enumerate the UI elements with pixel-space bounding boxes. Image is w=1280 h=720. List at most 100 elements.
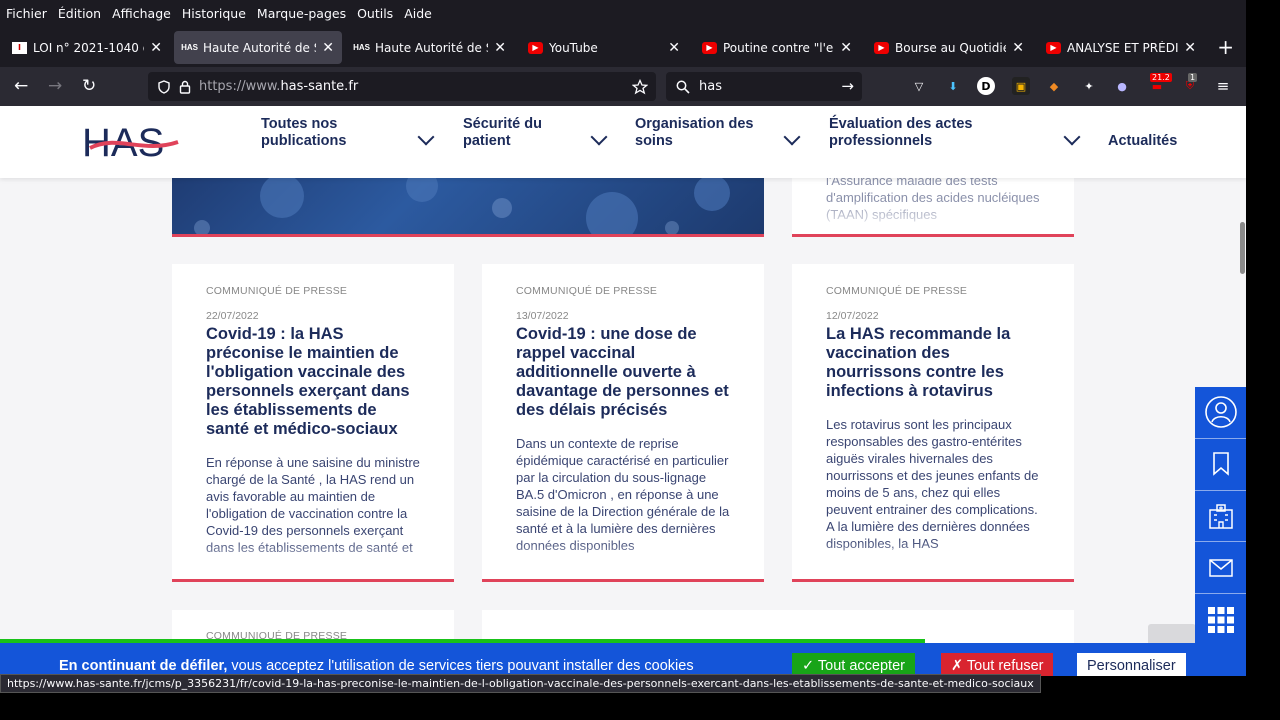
lock-icon[interactable]: [179, 80, 191, 94]
tab-youtube[interactable]: ▶ YouTube ✕: [520, 31, 688, 64]
extension-ledger-icon[interactable]: ▣: [1012, 77, 1030, 95]
card-date: 13/07/2022: [516, 310, 569, 322]
close-tab-icon[interactable]: ✕: [322, 40, 334, 56]
extension-ghost-icon[interactable]: ●: [1113, 77, 1131, 95]
cookie-message: En continuant de défiler, vous acceptez …: [59, 658, 694, 674]
tab-label: Bourse au Quotidien: [895, 40, 1007, 55]
close-tab-icon[interactable]: ✕: [494, 40, 506, 56]
nav-toolbar: ← → ↻ https://www. has-sante.fr has → ▽ ⬇…: [0, 67, 1246, 106]
has-favicon-icon: HAS: [181, 43, 198, 52]
hero-image[interactable]: [172, 178, 764, 237]
card-title[interactable]: La HAS recommande la vaccination des nou…: [826, 325, 1044, 401]
url-prefix: https://www.: [199, 79, 281, 94]
tab-has-active[interactable]: HAS Haute Autorité de Sa ✕: [174, 31, 342, 64]
tab-analyse[interactable]: ▶ ANALYSE ET PRÉDICT ✕: [1038, 31, 1204, 64]
customize-button[interactable]: Personnaliser: [1077, 653, 1186, 676]
search-go-icon[interactable]: →: [841, 77, 854, 95]
bookmark-icon: [1212, 452, 1229, 476]
has-logo-icon[interactable]: HAS: [82, 120, 182, 166]
tab-strip: I LOI n° 2021-1040 du ✕ HAS Haute Autori…: [0, 27, 1246, 67]
news-card-1[interactable]: COMMUNIQUÉ DE PRESSE 22/07/2022 Covid-19…: [172, 264, 454, 582]
chevron-down-icon[interactable]: [783, 128, 801, 146]
close-tab-icon[interactable]: ✕: [150, 40, 162, 56]
nav-evaluation[interactable]: Évaluation des actes professionnels: [829, 116, 989, 150]
search-icon: [676, 80, 690, 94]
menu-tools[interactable]: Outils: [357, 6, 393, 21]
floating-sidebar: [1195, 387, 1246, 646]
nav-securite[interactable]: Sécurité du patient: [463, 116, 563, 150]
extension-d-icon[interactable]: D: [977, 77, 995, 95]
card-top-right[interactable]: l'Assurance maladie des tests d'amplific…: [792, 178, 1074, 237]
pocket-icon[interactable]: ▽: [910, 77, 928, 95]
menu-help[interactable]: Aide: [404, 6, 432, 21]
site-header: HAS Toutes nos publications Sécurité du …: [0, 106, 1246, 178]
menu-file[interactable]: Fichier: [6, 6, 47, 21]
establishments-button[interactable]: [1195, 491, 1246, 543]
close-tab-icon[interactable]: ✕: [1012, 40, 1024, 56]
page-viewport: l'Assurance maladie des tests d'amplific…: [0, 106, 1246, 676]
mail-icon: [1208, 559, 1233, 577]
close-tab-icon[interactable]: ✕: [840, 40, 852, 56]
tab-label: YouTube: [549, 40, 598, 55]
tab-loi[interactable]: I LOI n° 2021-1040 du ✕: [4, 31, 170, 64]
card-title[interactable]: Covid-19 : une dose de rappel vaccinal a…: [516, 325, 734, 420]
news-card-2[interactable]: COMMUNIQUÉ DE PRESSE 13/07/2022 Covid-19…: [482, 264, 764, 582]
card-description: Dans un contexte de reprise épidémique c…: [516, 436, 730, 553]
reload-icon[interactable]: ↻: [82, 76, 96, 96]
menu-edit[interactable]: Édition: [58, 6, 101, 21]
chevron-down-icon[interactable]: [590, 128, 608, 146]
card-type: COMMUNIQUÉ DE PRESSE: [206, 285, 348, 297]
close-tab-icon[interactable]: ✕: [668, 40, 680, 56]
search-input[interactable]: has: [699, 79, 722, 94]
tab-label: Poutine contre "l'em: [723, 40, 835, 55]
tab-label: Haute Autorité de Sa: [375, 40, 489, 55]
card-description: Les rotavirus sont les principaux respon…: [826, 417, 1039, 551]
tab-bourse[interactable]: ▶ Bourse au Quotidien ✕: [866, 31, 1032, 64]
card-title[interactable]: Covid-19 : la HAS préconise le maintien …: [206, 325, 424, 439]
nav-publications[interactable]: Toutes nos publications: [261, 116, 381, 150]
apps-button[interactable]: [1195, 594, 1246, 646]
new-tab-icon[interactable]: +: [1217, 35, 1234, 59]
youtube-favicon-icon: ▶: [528, 41, 543, 54]
virus-illustration-icon: [194, 178, 730, 234]
chevron-down-icon[interactable]: [417, 128, 435, 146]
text-fade: [792, 539, 1074, 579]
menu-view[interactable]: Affichage: [112, 6, 171, 21]
text-fade: [172, 539, 454, 579]
nav-organisation[interactable]: Organisation des soins: [635, 116, 765, 150]
back-icon[interactable]: ←: [14, 76, 28, 96]
url-bar[interactable]: https://www. has-sante.fr: [148, 72, 656, 101]
hospital-icon: [1208, 504, 1233, 529]
nav-actualites[interactable]: Actualités: [1108, 133, 1177, 150]
account-button[interactable]: [1195, 387, 1246, 439]
refuse-all-button[interactable]: ✗ Tout refuser: [941, 653, 1054, 676]
shield-icon[interactable]: [157, 79, 171, 94]
bookmarks-button[interactable]: [1195, 439, 1246, 491]
hamburger-menu-icon[interactable]: ≡: [1214, 77, 1232, 95]
menu-history[interactable]: Historique: [182, 6, 246, 21]
youtube-favicon-icon: ▶: [1046, 41, 1061, 54]
menu-bookmarks[interactable]: Marque-pages: [257, 6, 346, 21]
bookmark-star-icon[interactable]: [632, 79, 648, 95]
loi-favicon-icon: I: [12, 41, 27, 54]
metamask-icon[interactable]: ◆: [1045, 77, 1063, 95]
accept-all-button[interactable]: ✓ Tout accepter: [792, 653, 915, 676]
url-domain: has-sante.fr: [280, 79, 359, 94]
contact-button[interactable]: [1195, 542, 1246, 595]
tab-poutine[interactable]: ▶ Poutine contre "l'em ✕: [694, 31, 860, 64]
text-fade: [792, 200, 1074, 234]
page-scrollbar[interactable]: [1240, 222, 1245, 274]
link-status-bar: https://www.has-sante.fr/jcms/p_3356231/…: [0, 674, 1041, 693]
chevron-down-icon[interactable]: [1063, 128, 1081, 146]
news-card-3[interactable]: COMMUNIQUÉ DE PRESSE 12/07/2022 La HAS r…: [792, 264, 1074, 582]
youtube-favicon-icon: ▶: [702, 41, 717, 54]
extension-badge: 21.2: [1150, 73, 1172, 82]
youtube-favicon-icon: ▶: [874, 41, 889, 54]
forward-icon[interactable]: →: [48, 76, 62, 96]
close-tab-icon[interactable]: ✕: [1184, 40, 1196, 56]
tab-has[interactable]: HAS Haute Autorité de Sa ✕: [346, 31, 514, 64]
download-icon[interactable]: ⬇: [944, 77, 962, 95]
tab-label: Haute Autorité de Sa: [203, 40, 317, 55]
extension-puzzle-icon[interactable]: ✦: [1080, 77, 1098, 95]
search-bar[interactable]: has →: [666, 72, 862, 101]
